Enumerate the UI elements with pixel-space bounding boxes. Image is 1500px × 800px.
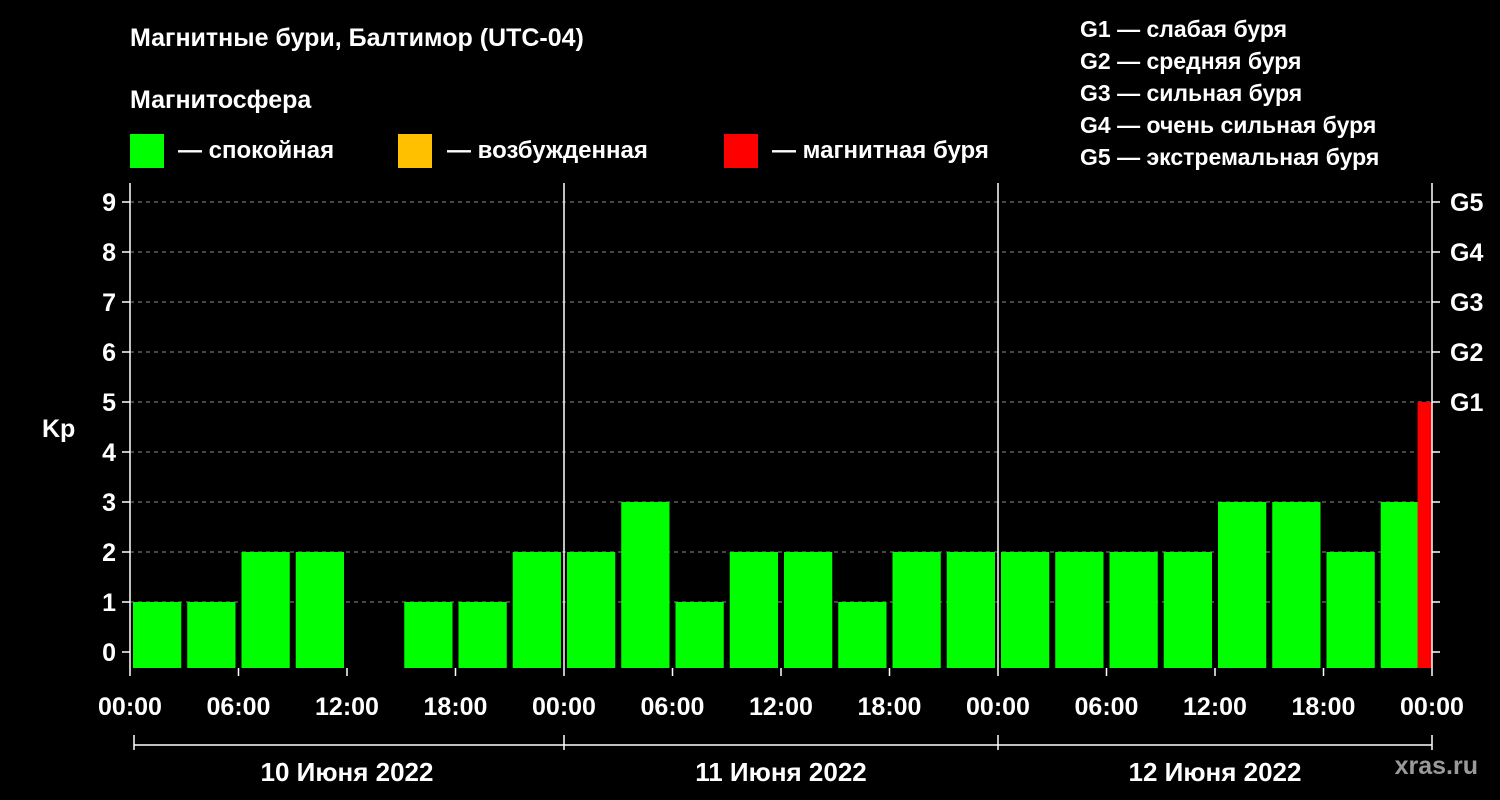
x-tick-label: 00:00: [532, 693, 596, 721]
kp-bar: [1417, 402, 1432, 668]
x-tick-label: 00:00: [98, 693, 162, 721]
kp-bar: [1055, 552, 1104, 668]
kp-bar: [1109, 552, 1158, 668]
kp-bar: [1001, 552, 1050, 668]
kp-bar: [1218, 502, 1267, 668]
kp-bar: [784, 552, 833, 668]
y-tick-label: 7: [102, 289, 116, 317]
y-tick-label: 9: [102, 189, 116, 217]
kp-bar: [241, 552, 290, 668]
y-tick-label: 1: [102, 589, 116, 617]
x-tick-label: 12:00: [315, 693, 379, 721]
kp-bar: [1272, 502, 1321, 668]
kp-chart: 0 1 2 3 4 5 6 7 8 9 Kp G1 G2 G3 G4 G5 00:00 06:00 12:00 18:…: [42, 183, 1483, 787]
x-tick-label: 18:00: [424, 693, 488, 721]
y-tick-label: 4: [102, 439, 116, 467]
kp-bar: [512, 552, 561, 668]
kp-bar: [729, 552, 778, 668]
x-tick-label: 12:00: [749, 693, 813, 721]
x-tick-label: 06:00: [1075, 693, 1139, 721]
y-tick-label: 0: [102, 639, 116, 667]
kp-bar: [838, 602, 887, 668]
kp-bar: [1163, 552, 1212, 668]
y-tick-label: 5: [102, 389, 116, 417]
kp-bar: [187, 602, 236, 668]
day-label: 11 Июня 2022: [695, 757, 867, 787]
kp-bar: [404, 602, 453, 668]
y-axis-label: Kp: [42, 415, 75, 443]
kp-bar: [675, 602, 724, 668]
kp-bar: [295, 552, 344, 668]
kp-bar: [892, 552, 941, 668]
kp-bar: [1326, 552, 1375, 668]
y-tick-label: 2: [102, 539, 116, 567]
kp-bar: [946, 552, 995, 668]
y-tick-label: 3: [102, 489, 116, 517]
x-tick-label: 00:00: [966, 693, 1030, 721]
kp-bar: [621, 502, 670, 668]
day-label: 12 Июня 2022: [1129, 757, 1302, 787]
g-tick-label: G4: [1450, 239, 1483, 267]
x-tick-label: 18:00: [858, 693, 922, 721]
day-label: 10 Июня 2022: [261, 757, 434, 787]
g-tick-label: G5: [1450, 189, 1483, 217]
x-tick-label: 12:00: [1183, 693, 1247, 721]
g-tick-label: G3: [1450, 289, 1483, 317]
x-tick-label: 06:00: [641, 693, 705, 721]
x-tick-label: 18:00: [1292, 693, 1356, 721]
x-tick-label: 00:00: [1400, 693, 1464, 721]
kp-bar: [458, 602, 507, 668]
y-tick-label: 6: [102, 339, 116, 367]
kp-bar: [567, 552, 616, 668]
kp-bar: [133, 602, 182, 668]
g-tick-label: G2: [1450, 339, 1483, 367]
x-tick-label: 06:00: [207, 693, 271, 721]
y-tick-label: 8: [102, 239, 116, 267]
g-tick-label: G1: [1450, 389, 1483, 417]
